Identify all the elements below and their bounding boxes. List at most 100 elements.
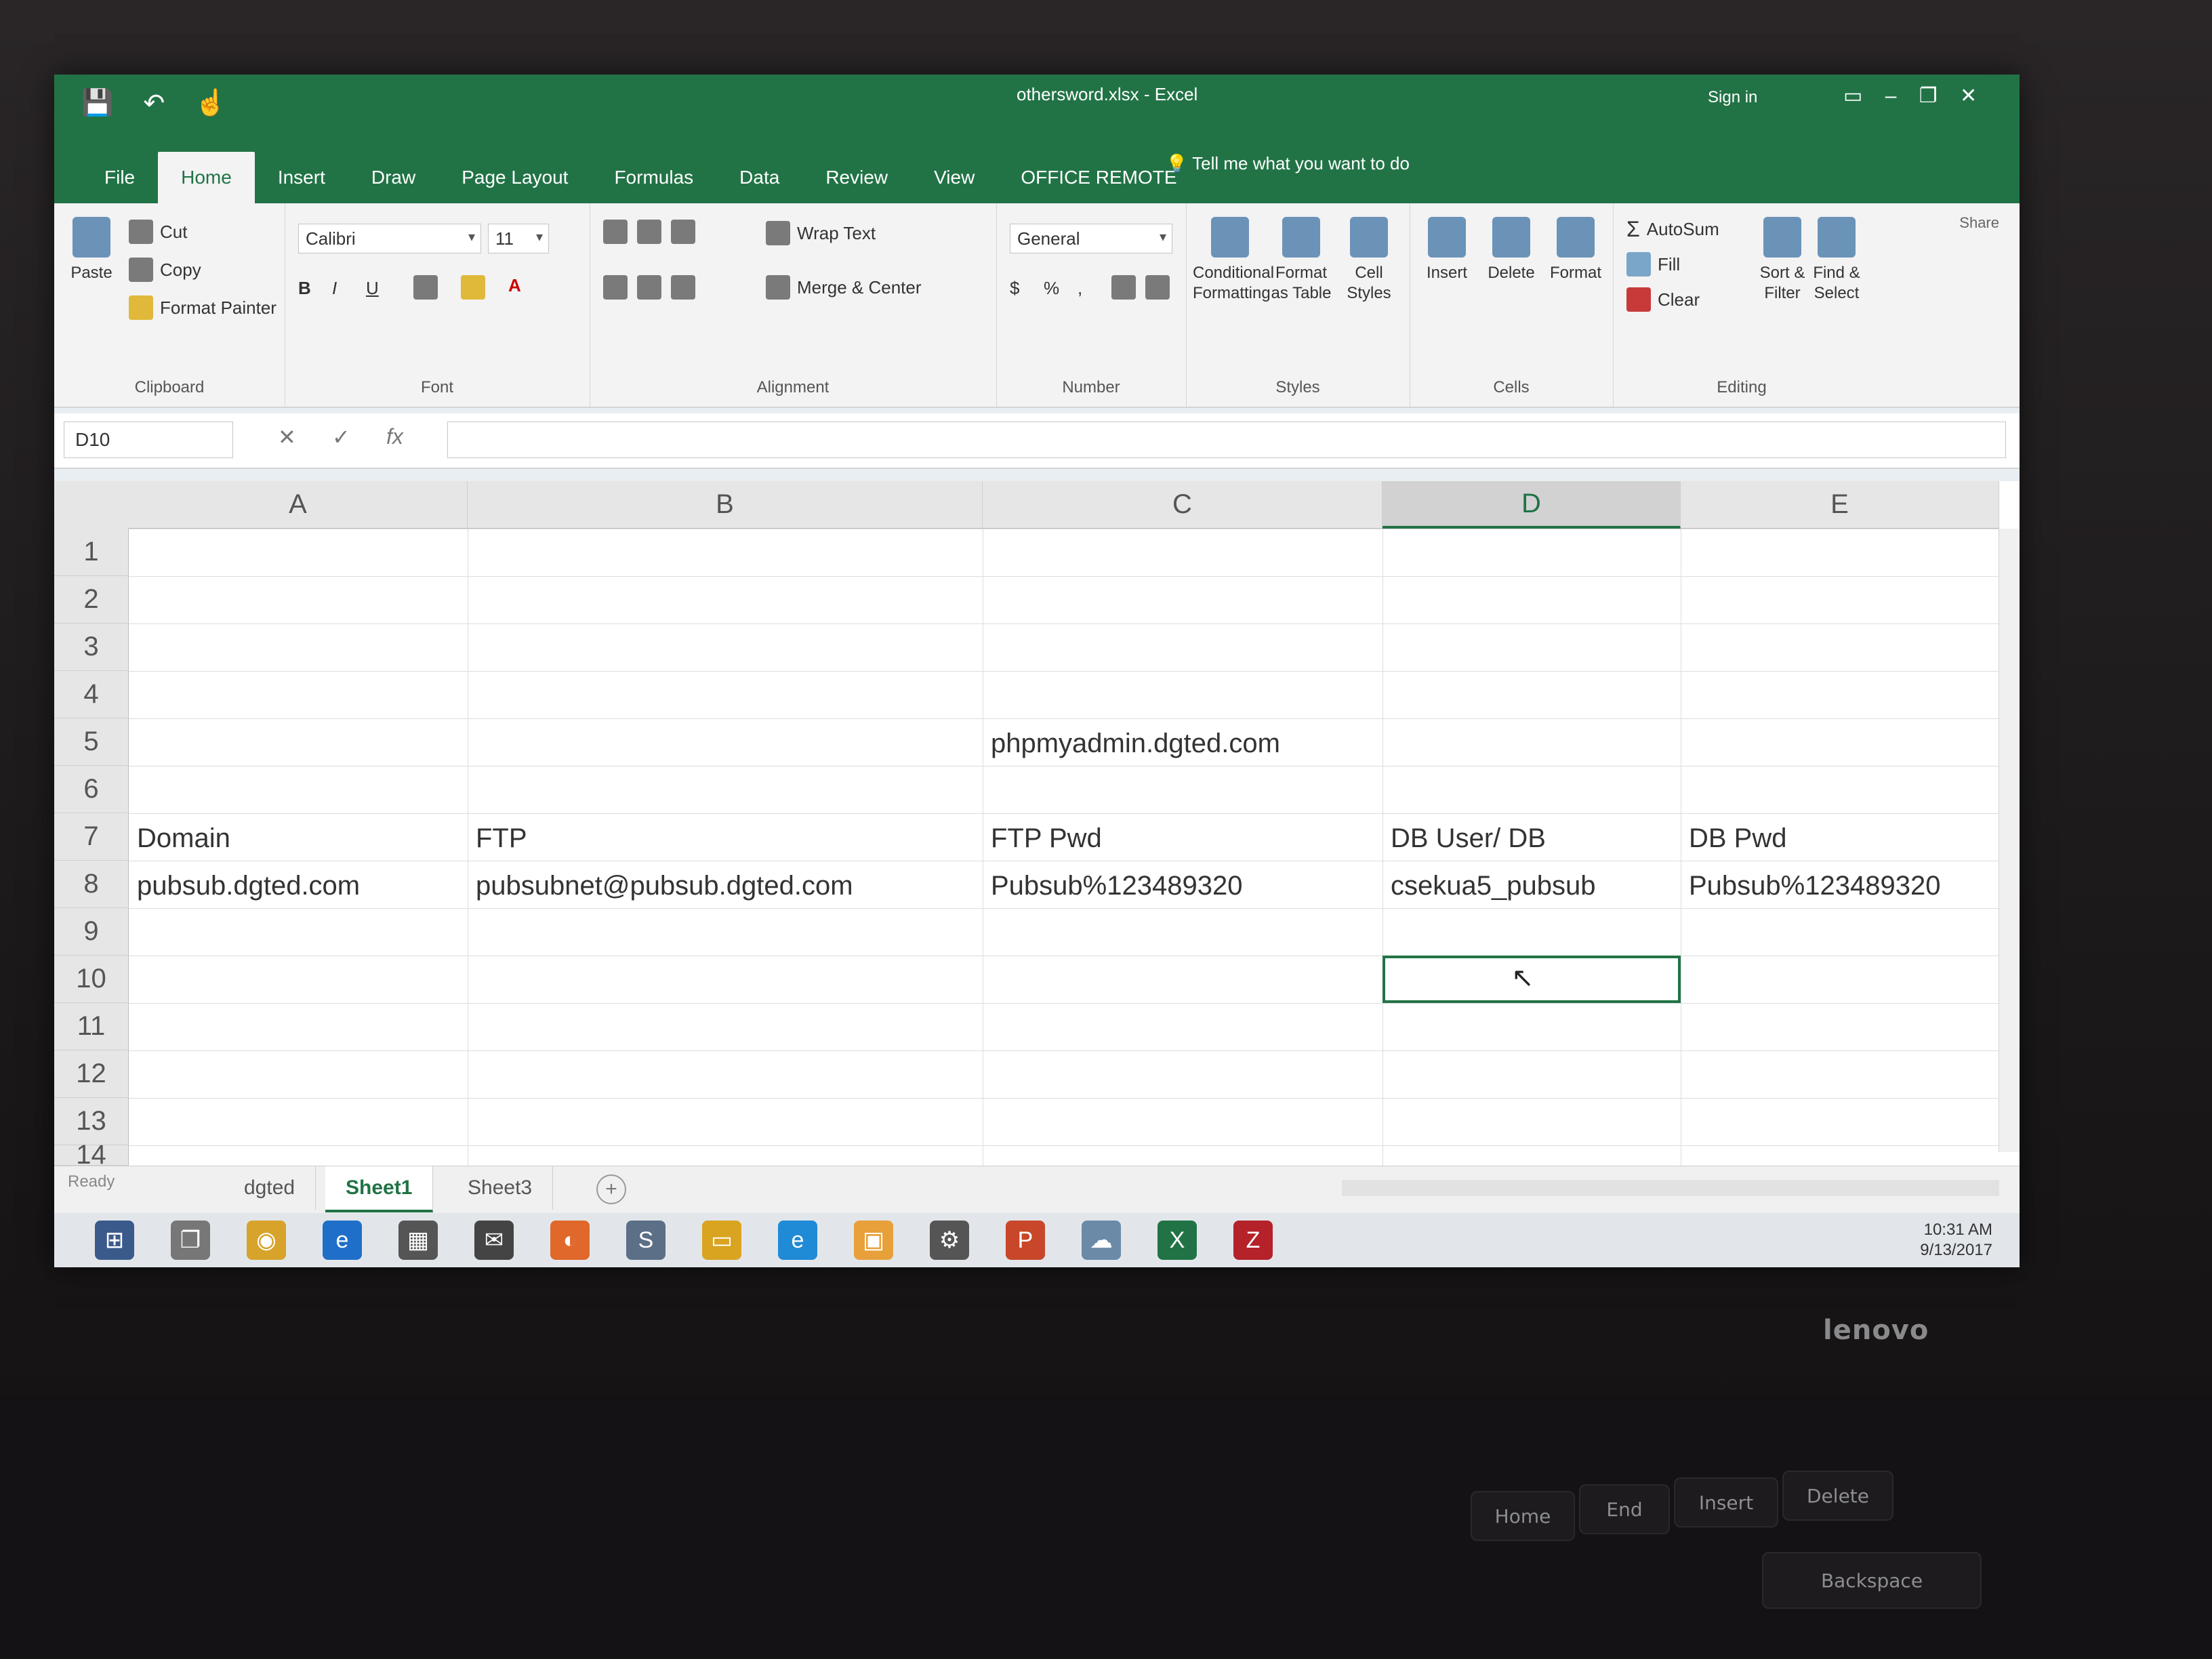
settings-icon[interactable]: ⚙ [930, 1221, 969, 1260]
horizontal-scrollbar[interactable] [1342, 1180, 1999, 1196]
format-painter-button[interactable]: Format Painter [129, 295, 276, 320]
mail-icon[interactable]: ✉ [474, 1221, 514, 1260]
tab-page-layout[interactable]: Page Layout [438, 167, 591, 203]
format-cells-button[interactable]: Format [1545, 217, 1606, 283]
firefox-icon[interactable]: ◐ [550, 1221, 590, 1260]
fill-color-button[interactable] [461, 275, 485, 300]
filezilla-icon[interactable]: Z [1233, 1221, 1273, 1260]
align-right-button[interactable] [671, 275, 695, 300]
delete-cells-button[interactable]: Delete [1481, 217, 1542, 283]
start-icon[interactable]: ⊞ [95, 1221, 134, 1260]
tab-view[interactable]: View [911, 167, 998, 203]
borders-button[interactable] [413, 275, 438, 300]
align-middle-button[interactable] [637, 220, 661, 244]
cell-c8[interactable]: Pubsub%123489320 [983, 861, 1382, 908]
tab-formulas[interactable]: Formulas [591, 167, 716, 203]
save-icon[interactable]: 💾 [81, 88, 113, 119]
sheet-tab-sheet3[interactable]: Sheet3 [447, 1166, 554, 1210]
select-all-corner[interactable] [54, 481, 129, 529]
internet-explorer-icon[interactable]: e [778, 1221, 817, 1260]
paste-button[interactable]: Paste [61, 217, 122, 283]
align-left-button[interactable] [603, 275, 628, 300]
chrome-icon[interactable]: ◉ [247, 1221, 286, 1260]
row-header-11[interactable]: 11 [54, 1003, 129, 1050]
add-sheet-icon[interactable]: + [596, 1174, 626, 1204]
cell-b7[interactable]: FTP [468, 813, 983, 861]
row-header-8[interactable]: 8 [54, 861, 129, 908]
row-header-2[interactable]: 2 [54, 576, 129, 623]
insert-function-icon[interactable]: fx [386, 424, 403, 449]
edge-icon[interactable]: e [323, 1221, 362, 1260]
column-header-e[interactable]: E [1681, 481, 1999, 529]
clear-button[interactable]: Clear [1626, 287, 1700, 312]
restore-icon[interactable]: ❐ [1919, 85, 1938, 107]
cell-c5[interactable]: phpmyadmin.dgted.com [983, 718, 1382, 766]
row-header-3[interactable]: 3 [54, 623, 129, 671]
tab-insert[interactable]: Insert [255, 167, 348, 203]
tab-data[interactable]: Data [716, 167, 802, 203]
tell-me-box[interactable]: 💡 Tell me what you want to do [1166, 153, 1410, 174]
merge-center-button[interactable]: Merge & Center [766, 275, 922, 300]
tab-draw[interactable]: Draw [348, 167, 438, 203]
column-header-b[interactable]: B [468, 481, 983, 529]
enter-icon[interactable]: ✓ [332, 424, 350, 450]
cell-a8[interactable]: pubsub.dgted.com [129, 861, 468, 908]
column-header-a[interactable]: A [129, 481, 468, 529]
formula-input[interactable] [447, 422, 2006, 458]
ribbon-display-icon[interactable]: ▭ [1843, 85, 1862, 107]
cell-b8[interactable]: pubsubnet@pubsub.dgted.com [468, 861, 983, 908]
percent-button[interactable]: % [1044, 278, 1059, 299]
align-center-button[interactable] [637, 275, 661, 300]
vertical-scrollbar[interactable] [1999, 529, 2020, 1152]
file-explorer-icon[interactable]: ▭ [702, 1221, 741, 1260]
cloud-app-icon[interactable]: ☁ [1082, 1221, 1121, 1260]
align-top-button[interactable] [603, 220, 628, 244]
conditional-formatting-button[interactable]: Conditional Formatting [1193, 217, 1274, 304]
sublime-icon[interactable]: ▣ [854, 1221, 893, 1260]
align-bottom-button[interactable] [671, 220, 695, 244]
decrease-decimal-button[interactable] [1145, 275, 1170, 300]
close-icon[interactable]: ✕ [1960, 85, 1977, 107]
task-view-icon[interactable]: ❐ [171, 1221, 210, 1260]
underline-button[interactable]: U [366, 278, 379, 299]
sign-in-link[interactable]: Sign in [1708, 88, 1757, 107]
tab-review[interactable]: Review [802, 167, 911, 203]
cell-d8[interactable]: csekua5_pubsub [1382, 861, 1681, 908]
touch-mode-icon[interactable]: ☝ [194, 88, 226, 119]
format-as-table-button[interactable]: Format as Table [1267, 217, 1335, 304]
font-name-select[interactable]: Calibri [298, 224, 481, 253]
tab-home[interactable]: Home [158, 152, 255, 203]
row-header-12[interactable]: 12 [54, 1050, 129, 1098]
excel-icon[interactable]: X [1158, 1221, 1197, 1260]
autosum-button[interactable]: Σ AutoSum [1626, 217, 1719, 242]
minimize-icon[interactable]: – [1885, 85, 1897, 107]
font-color-button[interactable]: A [508, 275, 521, 296]
row-header-13[interactable]: 13 [54, 1098, 129, 1145]
sort-filter-button[interactable]: Sort & Filter [1755, 217, 1809, 304]
cut-button[interactable]: Cut [129, 220, 187, 244]
find-select-button[interactable]: Find & Select [1809, 217, 1864, 304]
comma-button[interactable]: , [1078, 278, 1082, 299]
italic-button[interactable]: I [332, 278, 337, 299]
row-header-1[interactable]: 1 [54, 529, 129, 576]
clock-date[interactable]: 9/13/2017 [1920, 1240, 1992, 1261]
copy-button[interactable]: Copy [129, 258, 201, 282]
row-header-14[interactable]: 14 [54, 1140, 129, 1170]
fill-button[interactable]: Fill [1626, 252, 1680, 276]
cell-e7[interactable]: DB Pwd [1681, 813, 1999, 861]
increase-decimal-button[interactable] [1111, 275, 1136, 300]
share-button[interactable]: Share [1959, 214, 1999, 232]
cell-e8[interactable]: Pubsub%123489320 [1681, 861, 1999, 908]
row-header-7[interactable]: 7 [54, 813, 129, 861]
font-size-select[interactable]: 11 [488, 224, 549, 253]
sheet-tab-dgted[interactable]: dgted [224, 1166, 316, 1210]
undo-icon[interactable]: ↶ [143, 88, 165, 119]
tab-file[interactable]: File [81, 167, 158, 203]
number-format-select[interactable]: General [1010, 224, 1172, 253]
column-header-c[interactable]: C [983, 481, 1382, 529]
clock-time[interactable]: 10:31 AM [1920, 1220, 1992, 1240]
cell-styles-button[interactable]: Cell Styles [1338, 217, 1399, 304]
cell-c7[interactable]: FTP Pwd [983, 813, 1382, 861]
row-header-9[interactable]: 9 [54, 908, 129, 956]
sheet-tab-sheet1[interactable]: Sheet1 [325, 1166, 434, 1212]
